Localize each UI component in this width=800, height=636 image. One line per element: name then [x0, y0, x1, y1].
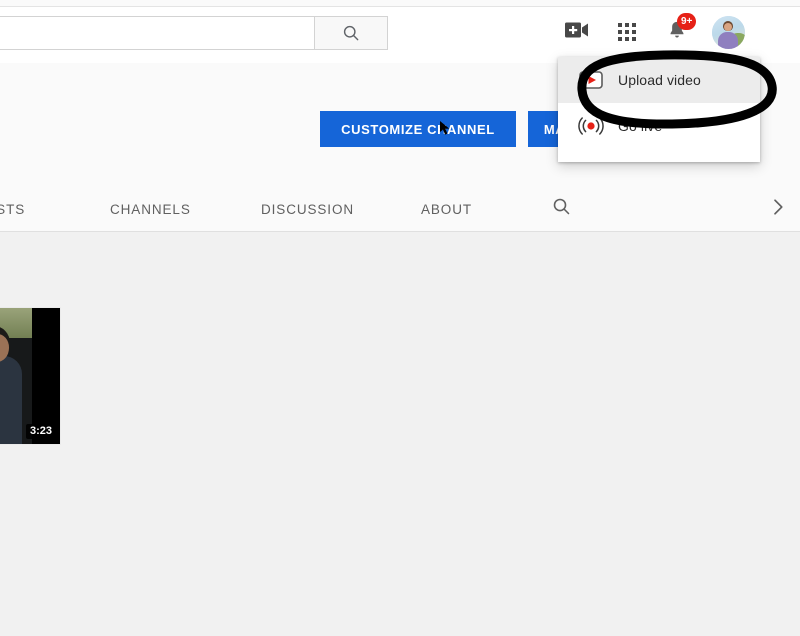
upload-video-icon [578, 67, 604, 93]
search-icon [551, 196, 572, 222]
menu-item-go-live[interactable]: Go live [558, 103, 760, 149]
video-duration-badge: 3:23 [25, 424, 56, 439]
menu-item-upload-video[interactable]: Upload video [558, 57, 760, 103]
tab-discussion[interactable]: DISCUSSION [261, 186, 354, 232]
chevron-right-icon [769, 198, 787, 221]
apps-grid-icon [618, 23, 636, 41]
video-card[interactable]: 3:23 [0, 308, 60, 444]
notifications-button[interactable]: 9+ [662, 13, 697, 47]
search-input[interactable] [0, 16, 314, 50]
avatar-torso [718, 31, 738, 49]
nav-more-button[interactable] [766, 197, 790, 221]
channel-nav-tabs: PLAYLISTS CHANNELS DISCUSSION ABOUT [0, 186, 800, 232]
tab-about[interactable]: ABOUT [421, 186, 472, 232]
youtube-apps-button[interactable] [612, 17, 642, 47]
search-button[interactable] [314, 16, 388, 50]
channel-content-area [0, 232, 800, 636]
tab-playlists[interactable]: PLAYLISTS [0, 186, 25, 232]
create-video-icon [565, 21, 589, 44]
account-avatar[interactable] [712, 15, 745, 49]
topbar-icon-cluster: 9+ [562, 13, 745, 50]
channel-search-button[interactable] [549, 197, 573, 221]
thumbnail-subject-body [0, 356, 22, 444]
go-live-icon [578, 113, 604, 139]
search-icon [341, 23, 361, 43]
notification-count-badge: 9+ [677, 13, 697, 30]
menu-item-label: Upload video [618, 72, 701, 88]
menu-item-label: Go live [618, 118, 663, 134]
screenshot-root: 9+ CUSTOMIZE CHANNEL MANAGE VIDEOS PLAYL… [0, 0, 800, 636]
create-menu-dropdown: Upload video Go live [558, 57, 760, 162]
create-video-button[interactable] [562, 17, 592, 47]
customize-channel-button[interactable]: CUSTOMIZE CHANNEL [320, 111, 516, 147]
tab-channels[interactable]: CHANNELS [110, 186, 191, 232]
video-thumbnail: 3:23 [0, 308, 60, 444]
top-hairline [0, 6, 800, 7]
avatar-face [724, 22, 732, 31]
search-bar [0, 16, 388, 50]
